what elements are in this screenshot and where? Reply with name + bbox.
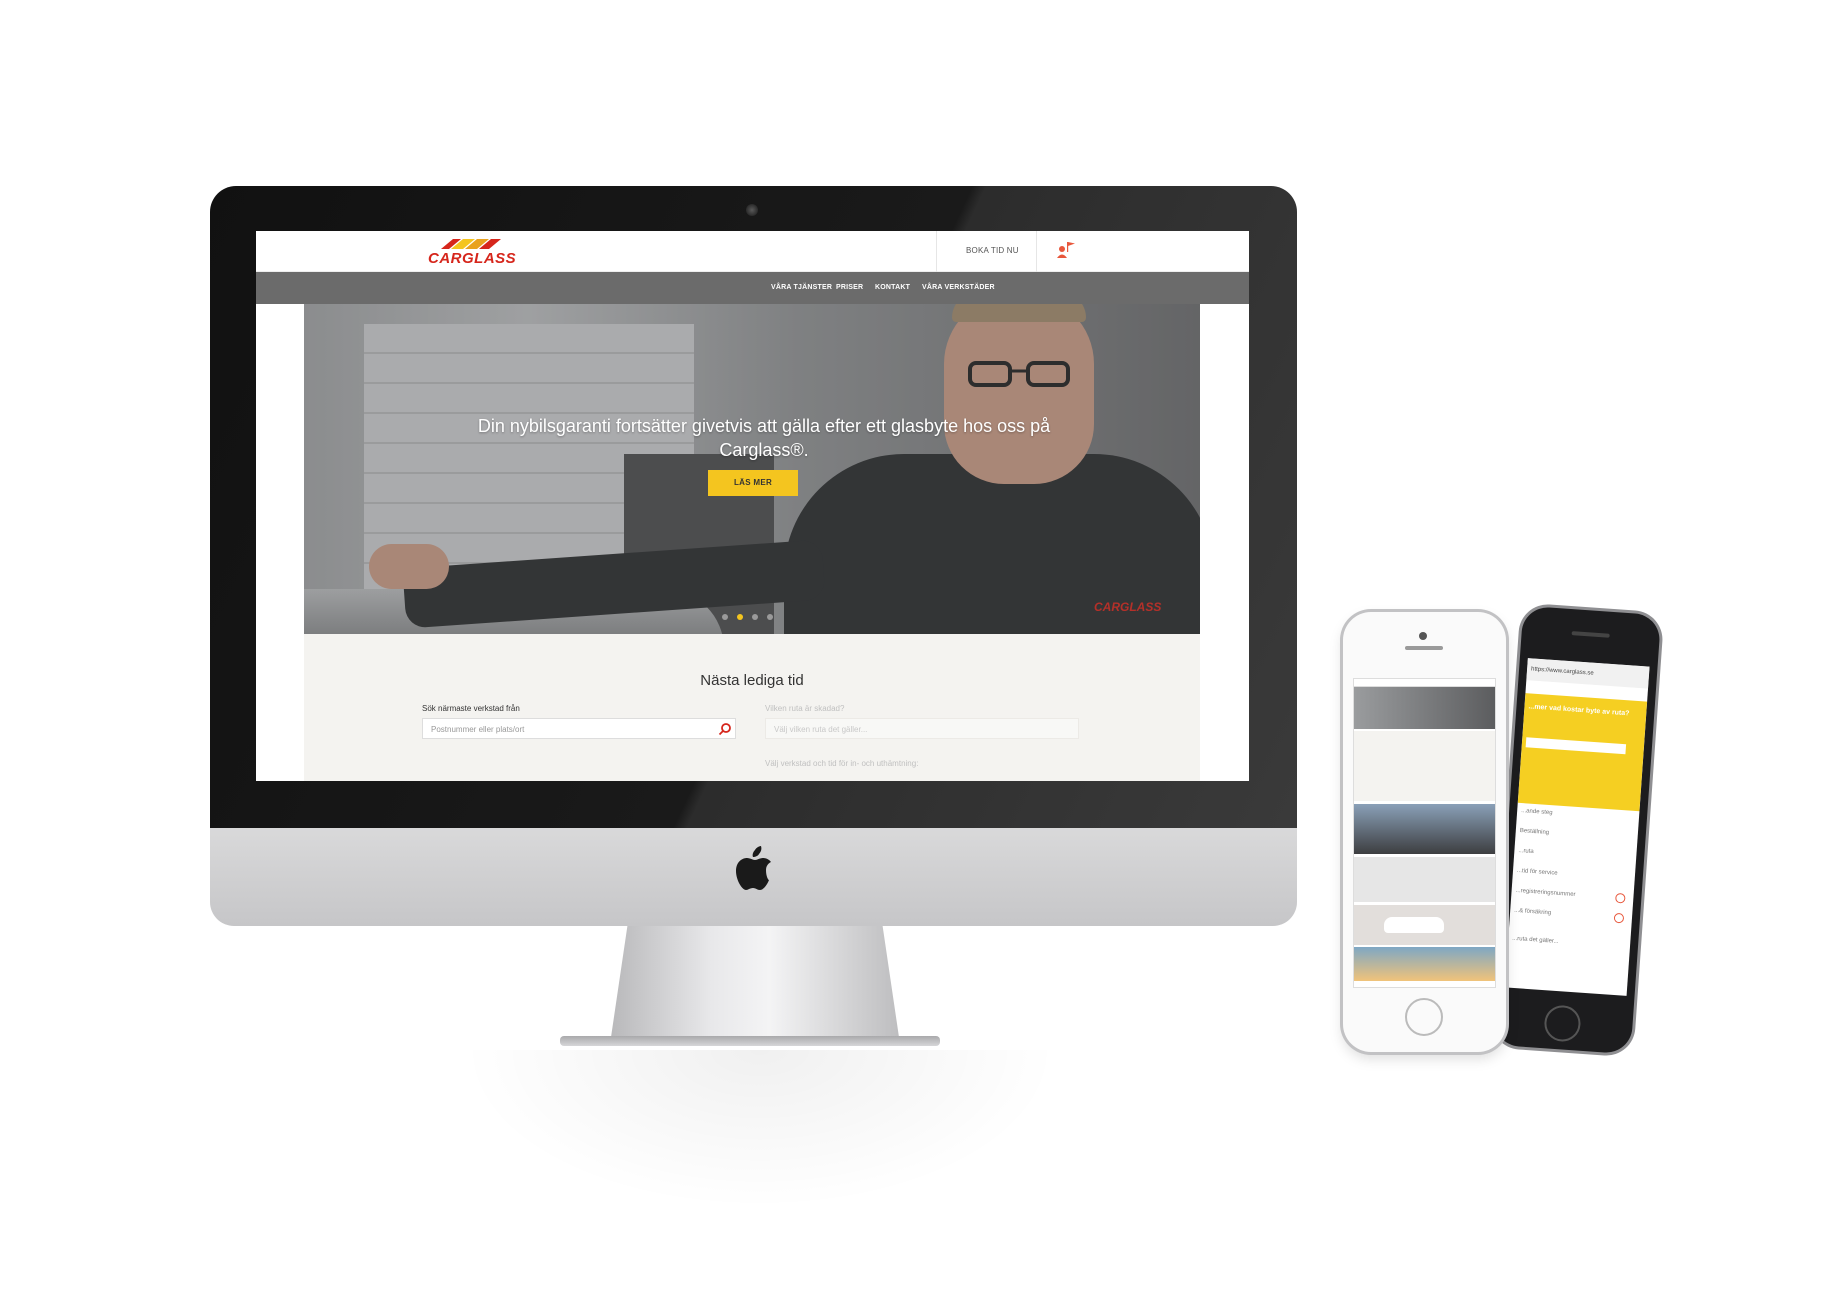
main-nav: VÅRA TJÄNSTER PRISER KONTAKT VÅRA VERKST… — [256, 272, 1249, 304]
phone-black-screen: https://www.carglass.se ...mer vad kosta… — [1504, 658, 1650, 996]
phone-car — [1384, 917, 1444, 933]
imac-stand-base — [560, 1036, 940, 1046]
book-now-link[interactable]: BOKA TID NU — [966, 246, 1019, 255]
search-icon[interactable] — [718, 722, 732, 736]
carousel-dot-active[interactable] — [737, 614, 743, 620]
phone-row: Beställning — [1519, 828, 1550, 837]
phone-white — [1343, 612, 1506, 1052]
search-label: Sök närmaste verkstad från — [422, 704, 520, 713]
phone-speaker — [1571, 631, 1610, 638]
carousel-dots — [722, 614, 782, 622]
carousel-dot[interactable] — [752, 614, 758, 620]
phone-landscape — [1354, 804, 1495, 854]
phone-car-section — [1354, 905, 1495, 945]
website-screen: CARGLASS BOKA TID NU VÅRA TJÄNSTER PRISE… — [256, 231, 1249, 781]
phone-row: ...ruta — [1518, 847, 1534, 856]
phone-sunset — [1354, 947, 1495, 981]
phone-url-bar: https://www.carglass.se — [1526, 658, 1650, 689]
search-placeholder: Postnummer eller plats/ort — [431, 725, 525, 734]
imac-shadow — [460, 1050, 1060, 1210]
nav-kontakt[interactable]: KONTAKT — [875, 284, 910, 291]
phone-home-button — [1543, 1004, 1582, 1043]
imac-stand — [610, 926, 900, 1044]
phone-map — [1354, 857, 1495, 902]
window-label: Vilken ruta är skadad? — [765, 704, 845, 713]
workshop-label: Välj verkstad och tid för in- och uthämt… — [765, 759, 919, 768]
booking-title: Nästa lediga tid — [700, 672, 804, 689]
nav-vara-tjanster[interactable]: VÅRA TJÄNSTER — [771, 284, 832, 291]
carglass-logo-mark — [441, 239, 501, 249]
phone-speaker — [1405, 646, 1443, 650]
search-input[interactable]: Postnummer eller plats/ort — [422, 718, 736, 739]
phone-input[interactable] — [1525, 737, 1627, 755]
hero-title: Din nybilsgaranti fortsätter givetvis at… — [477, 416, 1051, 460]
phone-row: ...& försäkring — [1514, 907, 1552, 917]
phone-hero — [1354, 687, 1495, 729]
nav-priser[interactable]: PRISER — [836, 284, 863, 291]
check-icon — [1615, 892, 1626, 904]
phone-yellow-heading: ...mer vad kostar byte av ruta? — [1528, 703, 1630, 718]
window-select[interactable]: Välj vilken ruta det gäller... — [765, 718, 1079, 739]
site-header: CARGLASS BOKA TID NU — [256, 231, 1249, 272]
apple-icon — [736, 846, 771, 890]
phone-row: ...tid för service — [1516, 867, 1558, 877]
read-more-button[interactable]: LÄS MER — [708, 470, 798, 496]
phone-home-button — [1405, 998, 1443, 1036]
carglass-logo[interactable]: CARGLASS — [428, 250, 516, 267]
phone-white-screen — [1353, 678, 1496, 988]
window-placeholder: Välj vilken ruta det gäller... — [774, 725, 868, 734]
booking-section: Nästa lediga tid Sök närmaste verkstad f… — [304, 634, 1200, 781]
phone-camera — [1419, 632, 1427, 640]
person-flag-icon[interactable] — [1056, 240, 1076, 260]
header-divider — [1036, 231, 1037, 272]
check-icon — [1613, 912, 1625, 924]
phone-row: ...registreringsnummer — [1515, 887, 1576, 899]
header-divider — [936, 231, 937, 272]
imac-camera — [746, 204, 758, 216]
carousel-dot[interactable] — [767, 614, 773, 620]
phone-booking — [1354, 731, 1495, 801]
carousel-dot[interactable] — [722, 614, 728, 620]
phone-row: ...ande steg — [1520, 808, 1553, 817]
phone-select[interactable]: ...ruta det gäller... — [1512, 936, 1559, 945]
phone-yellow-panel: ...mer vad kostar byte av ruta? — [1517, 693, 1648, 812]
phone-black: https://www.carglass.se ...mer vad kosta… — [1492, 605, 1662, 1055]
hero-overlay — [304, 304, 1200, 634]
phone-header — [1354, 679, 1495, 687]
nav-vara-verkstader[interactable]: VÅRA VERKSTÄDER — [922, 284, 995, 291]
hero-carousel: CARGLASS Din nybilsgaranti fortsätter gi… — [304, 304, 1200, 634]
